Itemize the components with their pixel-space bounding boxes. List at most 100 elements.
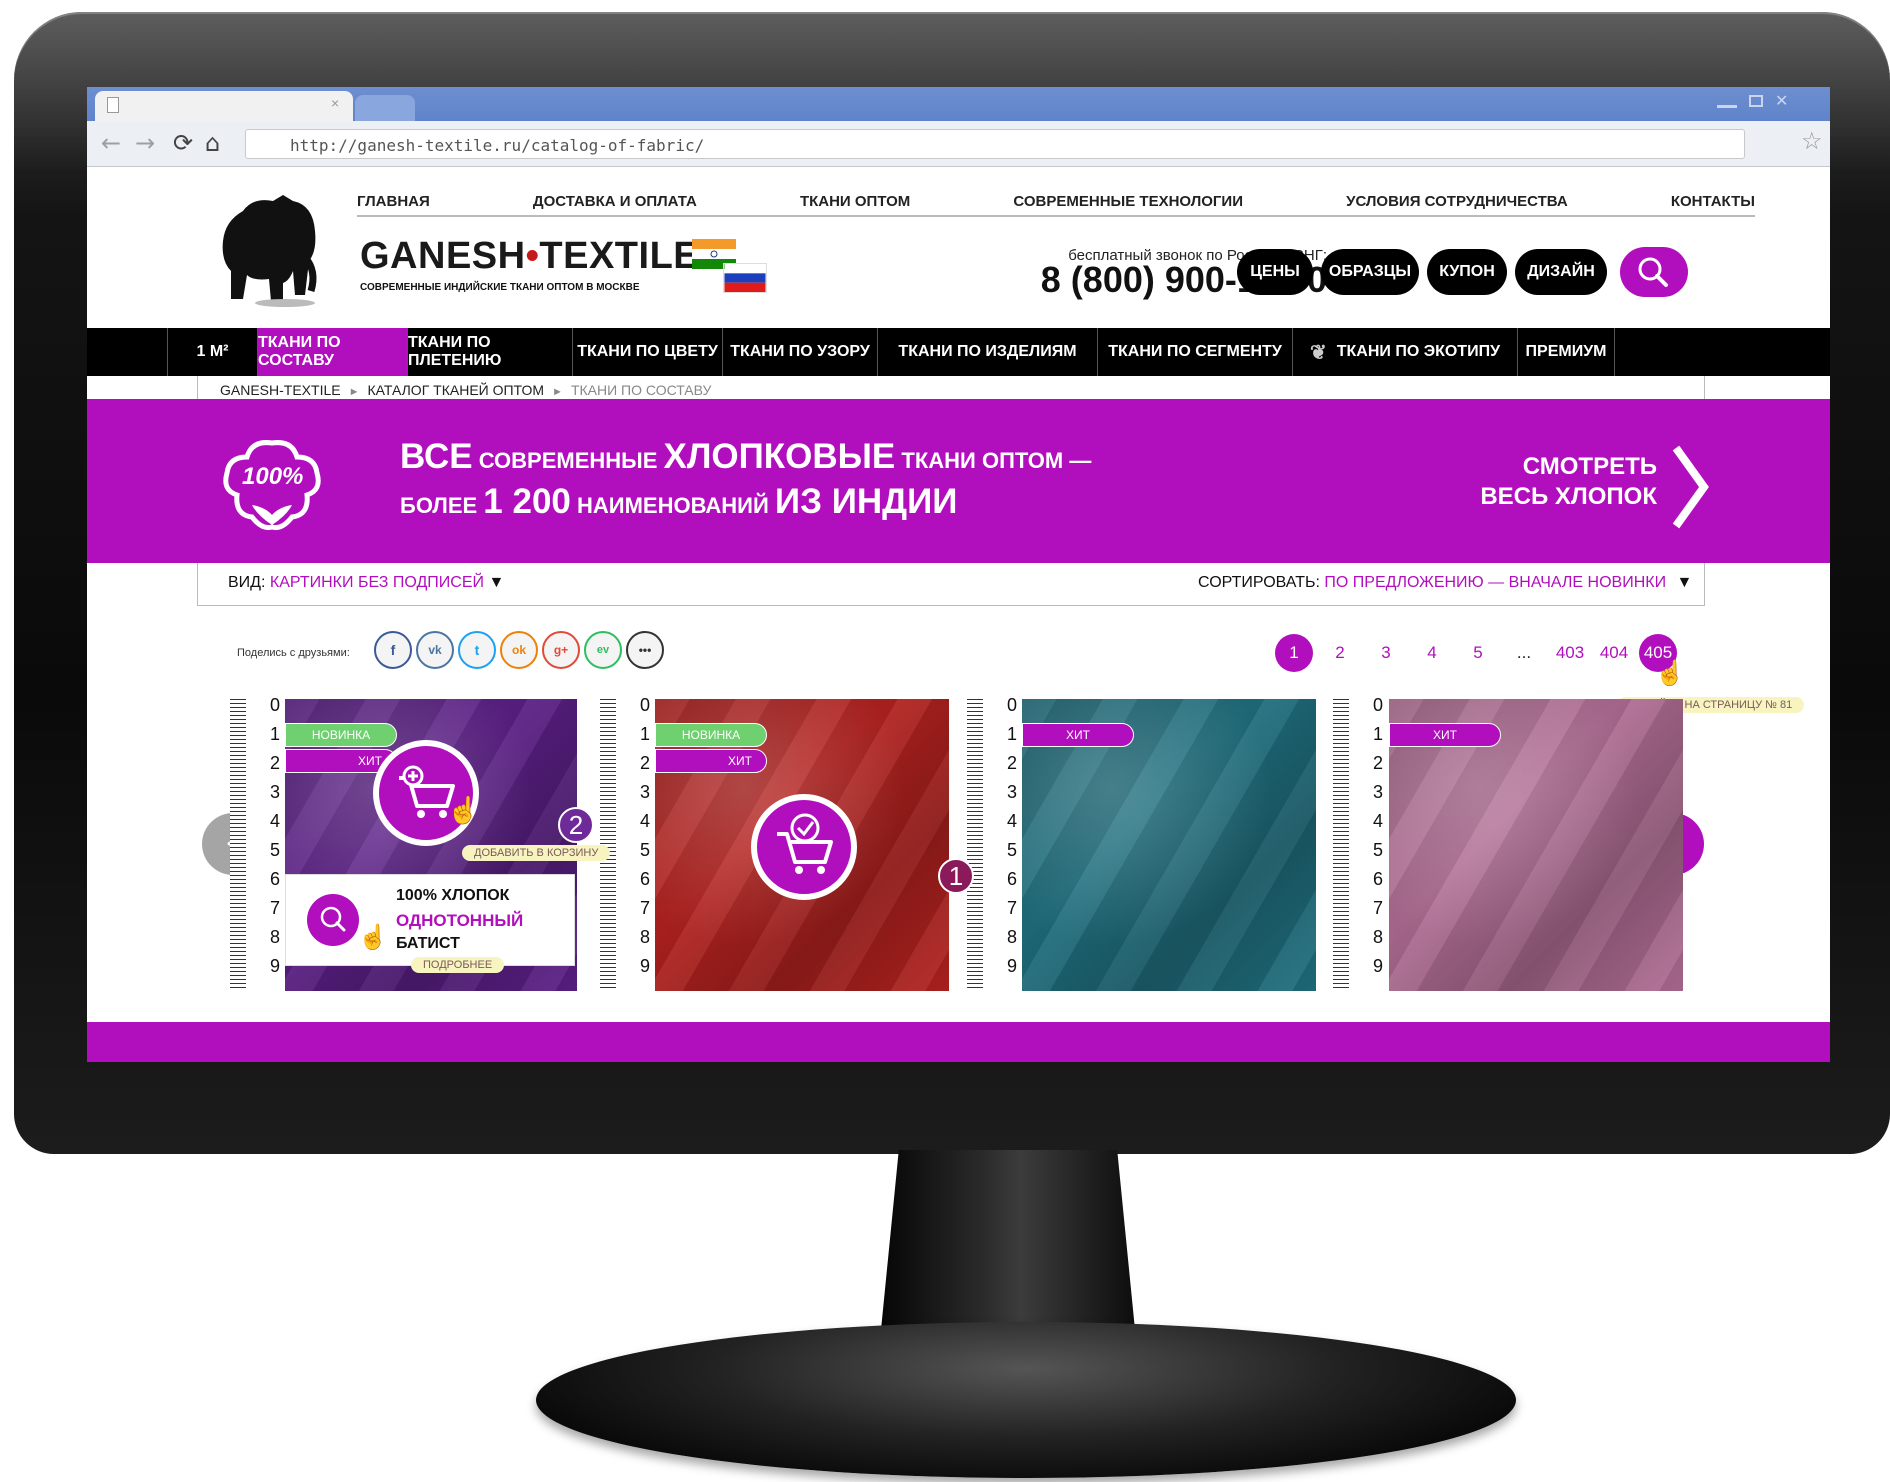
cat-by-composition[interactable]: ТКАНИ ПО СОСТАВУ: [257, 328, 407, 376]
cat-by-pattern[interactable]: ТКАНИ ПО УЗОРУ: [722, 328, 877, 376]
breadcrumb-home[interactable]: GANESH-TEXTILE: [220, 382, 341, 398]
add-to-cart-icon[interactable]: [371, 738, 481, 848]
ruler-number: 8: [1372, 927, 1383, 947]
banner-headline-line2: БОЛЕЕ 1 200 НАИМЕНОВАНИЙ ИЗ ИНДИИ: [400, 482, 957, 522]
breadcrumb-separator-icon: ►: [552, 386, 563, 398]
banner-word-india: ИЗ ИНДИИ: [774, 482, 958, 521]
size-ruler: 0 1 2 3 4 5 6 7 8 9: [967, 695, 1025, 991]
browser-tab[interactable]: ×: [95, 91, 353, 121]
topnav-wholesale[interactable]: ТКАНИ ОПТОМ: [800, 193, 910, 215]
cat-by-weave[interactable]: ТКАНИ ПО ПЛЕТЕНИЮ: [407, 328, 572, 376]
page-2[interactable]: 2: [1321, 634, 1359, 672]
banner-cta[interactable]: СМОТРЕТЬ ВЕСЬ ХЛОПОК: [1407, 452, 1657, 512]
page-4[interactable]: 4: [1413, 634, 1451, 672]
in-cart-icon[interactable]: [749, 792, 859, 902]
cat-by-color[interactable]: ТКАНИ ПО ЦВЕТУ: [572, 328, 722, 376]
facebook-icon[interactable]: f: [374, 631, 412, 669]
banner-word-wholesale: ТКАНИ ОПТОМ —: [901, 448, 1092, 473]
evernote-icon[interactable]: ev: [584, 631, 622, 669]
url-text: http://ganesh-textile.ru/catalog-of-fabr…: [290, 136, 705, 155]
ruler-number: 6: [1006, 869, 1017, 889]
home-icon[interactable]: ⌂: [205, 129, 220, 157]
ruler-number: 2: [269, 753, 280, 773]
size-ruler: 0 1 2 3 4 5 6 7 8 9: [230, 695, 288, 991]
russia-flag-icon[interactable]: [723, 263, 767, 293]
forward-icon[interactable]: →: [135, 129, 155, 157]
page-5[interactable]: 5: [1459, 634, 1497, 672]
odnoklassniki-icon[interactable]: ok: [500, 631, 538, 669]
cat-by-ecotype-label: ТКАНИ ПО ЭКОТИПУ: [1336, 343, 1501, 360]
step-number-badge: 1: [938, 858, 974, 894]
close-window-icon[interactable]: ✕: [1775, 94, 1788, 115]
ruler-number: 7: [639, 898, 650, 918]
pointer-cursor-icon: ☝: [358, 924, 388, 951]
cat-by-product[interactable]: ТКАНИ ПО ИЗДЕЛИЯМ: [877, 328, 1097, 376]
vkontakte-icon[interactable]: vk: [416, 631, 454, 669]
search-button[interactable]: [1620, 247, 1688, 297]
page-403[interactable]: 403: [1551, 634, 1589, 672]
ruler-number: 9: [1372, 956, 1383, 976]
breadcrumb-catalog[interactable]: КАТАЛОГ ТКАНЕЙ ОПТОМ: [367, 382, 544, 398]
ruler-number: 3: [269, 782, 280, 802]
ruler-number: 3: [639, 782, 650, 802]
coupon-button[interactable]: КУПОН: [1427, 249, 1507, 295]
product-info-panel[interactable]: ☝ 100% ХЛОПОК ОДНОТОННЫЙ БАТИСТ: [285, 874, 575, 966]
view-selector[interactable]: ВИД: КАРТИНКИ БЕЗ ПОДПИСЕЙ ▼: [228, 574, 504, 592]
ruler-number: 0: [1006, 695, 1017, 715]
ruler-number: 3: [1006, 782, 1017, 802]
monitor-screen: × ✕ ← → ⟳ ⌂ http://ganesh-textile.ru/cat…: [87, 87, 1830, 1062]
details-link[interactable]: ПОДРОБНЕЕ: [411, 957, 505, 973]
ruler-number: 5: [1372, 840, 1383, 860]
cat-1m2[interactable]: 1 М²: [167, 328, 257, 376]
product-name: БАТИСТ: [396, 935, 460, 952]
hit-badge: ХИТ: [1389, 723, 1501, 747]
maximize-icon[interactable]: [1749, 95, 1763, 107]
topnav-home[interactable]: ГЛАВНАЯ: [357, 193, 430, 215]
brand-name-left: GANESH: [360, 235, 526, 277]
tab-close-icon[interactable]: ×: [331, 95, 339, 111]
more-share-icon[interactable]: •••: [626, 631, 664, 669]
cat-premium[interactable]: ПРЕМИУМ: [1517, 328, 1615, 376]
ruler-number: 9: [1006, 956, 1017, 976]
banner-word-cotton: ХЛОПКОВЫЕ: [663, 437, 896, 476]
back-icon[interactable]: ←: [101, 129, 121, 157]
zoom-icon[interactable]: [306, 893, 360, 947]
twitter-icon[interactable]: t: [458, 631, 496, 669]
view-dropdown-icon: ▼: [488, 574, 505, 591]
sort-label: СОРТИРОВАТЬ:: [1198, 574, 1320, 591]
ruler-number: 0: [269, 695, 280, 715]
cat-by-ecotype[interactable]: ❦ ТКАНИ ПО ЭКОТИПУ: [1292, 328, 1517, 376]
design-button[interactable]: ДИЗАЙН: [1515, 249, 1607, 295]
sort-value: ПО ПРЕДЛОЖЕНИЮ — ВНАЧАЛЕ НОВИНКИ: [1324, 574, 1667, 591]
page-3[interactable]: 3: [1367, 634, 1405, 672]
ruler-number: 6: [1372, 869, 1383, 889]
address-bar[interactable]: http://ganesh-textile.ru/catalog-of-fabr…: [245, 129, 1745, 159]
new-tab-button[interactable]: [355, 95, 415, 121]
topnav-cooperation[interactable]: УСЛОВИЯ СОТРУДНИЧЕСТВА: [1346, 193, 1568, 215]
sort-selector[interactable]: СОРТИРОВАТЬ: ПО ПРЕДЛОЖЕНИЮ — ВНАЧАЛЕ НО…: [1198, 574, 1692, 592]
next-section-banner[interactable]: [87, 1022, 1830, 1062]
banner-cta-line1: СМОТРЕТЬ: [1522, 453, 1657, 480]
bookmark-star-icon[interactable]: ☆: [1801, 127, 1823, 156]
ruler-number: 4: [1372, 811, 1383, 831]
cat-by-segment[interactable]: ТКАНИ ПО СЕГМЕНТУ: [1097, 328, 1292, 376]
chevron-right-icon[interactable]: [1670, 442, 1710, 532]
view-value: КАРТИНКИ БЕЗ ПОДПИСЕЙ: [269, 574, 485, 591]
google-plus-icon[interactable]: g+: [542, 631, 580, 669]
page-1[interactable]: 1: [1275, 634, 1313, 672]
page-ellipsis: ...: [1516, 643, 1532, 662]
prices-button[interactable]: ЦЕНЫ: [1237, 249, 1313, 295]
elephant-logo[interactable]: [213, 191, 323, 307]
topnav-delivery[interactable]: ДОСТАВКА И ОПЛАТА: [533, 193, 697, 215]
ruler-number: 0: [1372, 695, 1383, 715]
page-404[interactable]: 404: [1595, 634, 1633, 672]
minimize-icon[interactable]: [1717, 105, 1737, 108]
product-type: ОДНОТОННЫЙ: [396, 911, 524, 930]
size-ruler: 0 1 2 3 4 5 6 7 8 9: [600, 695, 658, 991]
topnav-contacts[interactable]: КОНТАКТЫ: [1671, 193, 1755, 215]
reload-icon[interactable]: ⟳: [173, 129, 193, 157]
ruler-number: 4: [639, 811, 650, 831]
samples-button[interactable]: ОБРАЗЦЫ: [1321, 249, 1419, 295]
topnav-technologies[interactable]: СОВРЕМЕННЫЕ ТЕХНОЛОГИИ: [1013, 193, 1243, 215]
ruler-number: 5: [639, 840, 650, 860]
